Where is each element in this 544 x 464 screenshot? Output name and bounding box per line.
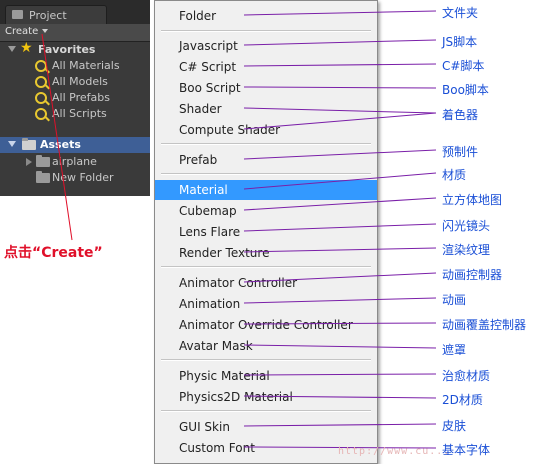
click-create-hint: 点击“Create” [4,245,103,261]
annotation-label: 动画 [442,293,467,307]
annotation-label: C#脚本 [442,59,485,73]
annotation-label: 动画覆盖控制器 [442,318,527,332]
annotation-label: 立方体地图 [442,193,503,207]
leader-line [243,197,437,211]
annotation-label: 文件夹 [442,6,479,20]
annotation-label: 治愈材质 [442,369,491,383]
annotation-label: 2D材质 [442,393,483,407]
leader-line [243,112,437,130]
leader-line [243,172,437,190]
leader-line [243,297,437,304]
annotation-label: JS脚本 [442,35,478,49]
watermark-text: http://www.cu... [338,446,451,457]
leader-line [243,272,437,283]
leader-line [243,39,437,46]
annotation-label: 动画控制器 [442,268,503,282]
leader-line [243,344,437,349]
leader-line [243,63,437,67]
annotation-label: 预制件 [442,145,479,159]
leader-line [243,373,437,376]
leader-line [243,149,437,160]
leader-line [243,322,437,325]
annotation-label: 渲染纹理 [442,243,491,257]
click-pointer-line [41,33,73,241]
annotation-label: 皮肤 [442,419,467,433]
annotation-label: 遮罩 [442,343,467,357]
annotation-label: 着色器 [442,108,479,122]
leader-line [243,107,437,114]
leader-line [243,10,437,16]
leader-line [243,86,437,89]
annotation-label: 材质 [442,168,467,182]
leader-line [243,247,437,253]
leader-line [243,223,437,232]
annotation-label: 闪光镜头 [442,219,491,233]
leader-line [243,423,437,427]
annotation-label: Boo脚本 [442,83,489,97]
leader-line [243,395,437,399]
